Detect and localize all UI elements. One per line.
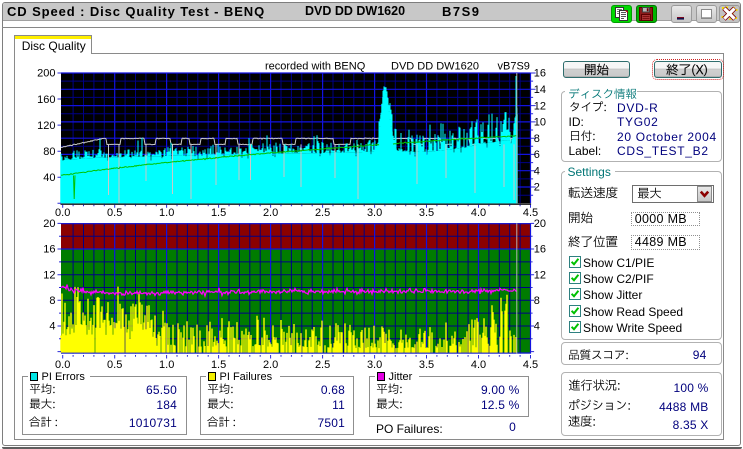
- svg-text:2.5: 2.5: [315, 359, 330, 371]
- svg-text:8: 8: [534, 295, 540, 307]
- svg-text:12: 12: [534, 269, 546, 281]
- svg-text:3.0: 3.0: [367, 207, 382, 219]
- svg-text:12: 12: [534, 100, 546, 112]
- svg-text:120: 120: [37, 120, 55, 132]
- svg-text:200: 200: [37, 68, 55, 80]
- svg-text:4: 4: [534, 321, 540, 333]
- svg-text:160: 160: [37, 94, 55, 106]
- svg-text:8: 8: [49, 295, 55, 307]
- svg-text:0.5: 0.5: [107, 207, 122, 219]
- svg-text:14: 14: [534, 84, 546, 96]
- svg-text:2.0: 2.0: [263, 207, 278, 219]
- svg-text:1.0: 1.0: [159, 359, 174, 371]
- svg-text:2: 2: [534, 182, 540, 194]
- svg-text:16: 16: [534, 68, 546, 80]
- svg-text:8: 8: [534, 133, 540, 145]
- svg-text:4.0: 4.0: [471, 359, 486, 371]
- svg-text:12: 12: [43, 269, 55, 281]
- svg-text:0.0: 0.0: [55, 207, 70, 219]
- svg-text:6: 6: [534, 149, 540, 161]
- svg-text:4.0: 4.0: [471, 207, 486, 219]
- svg-text:16: 16: [534, 244, 546, 256]
- svg-text:2.0: 2.0: [263, 359, 278, 371]
- svg-text:1.5: 1.5: [211, 207, 226, 219]
- svg-text:4: 4: [49, 321, 55, 333]
- svg-text:3.0: 3.0: [367, 359, 382, 371]
- svg-text:1.0: 1.0: [159, 207, 174, 219]
- svg-text:DVD DD DW1620: DVD DD DW1620: [391, 61, 479, 73]
- svg-text:vB7S9: vB7S9: [498, 61, 530, 73]
- svg-text:20: 20: [534, 218, 546, 230]
- svg-text:20: 20: [43, 218, 55, 230]
- svg-text:16: 16: [43, 244, 55, 256]
- svg-text:2.5: 2.5: [315, 207, 330, 219]
- svg-text:0.5: 0.5: [107, 359, 122, 371]
- svg-text:40: 40: [43, 172, 55, 184]
- svg-text:1.5: 1.5: [211, 359, 226, 371]
- svg-text:10: 10: [534, 117, 546, 129]
- svg-text:0.0: 0.0: [55, 359, 70, 371]
- svg-text:3.5: 3.5: [419, 207, 434, 219]
- svg-text:4.5: 4.5: [523, 359, 538, 371]
- svg-text:4: 4: [534, 165, 540, 177]
- svg-text:recorded with BENQ: recorded with BENQ: [265, 61, 366, 73]
- svg-text:80: 80: [43, 146, 55, 158]
- svg-text:3.5: 3.5: [419, 359, 434, 371]
